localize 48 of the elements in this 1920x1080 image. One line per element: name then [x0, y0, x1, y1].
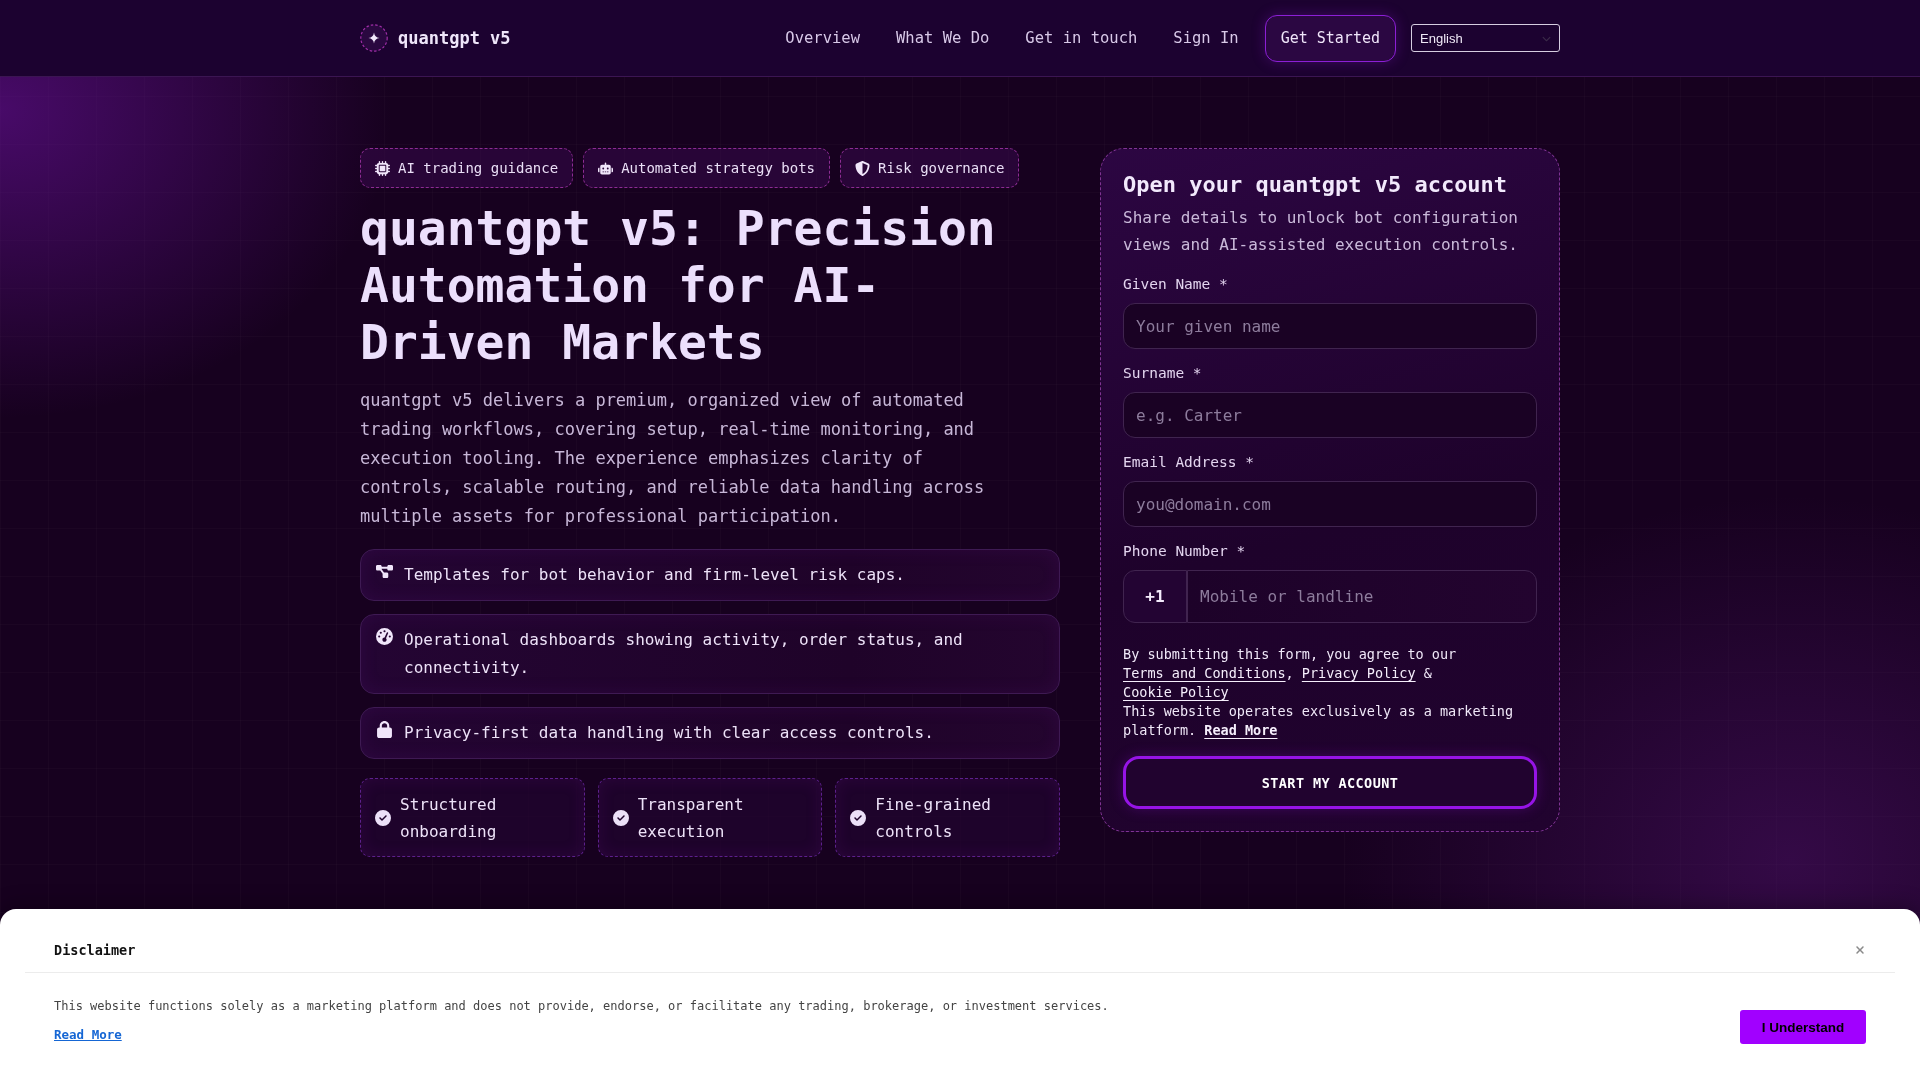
- start-account-button[interactable]: START MY ACCOUNT: [1123, 756, 1537, 809]
- read-more-link[interactable]: Read More: [54, 1026, 122, 1044]
- highlight-text: Fine-grained controls: [875, 793, 992, 843]
- nav-link[interactable]: Overview: [767, 26, 878, 50]
- text-input[interactable]: Your given name: [1123, 303, 1537, 349]
- highlight-text: Structured onboarding: [400, 793, 498, 843]
- hero-description: quantgpt v5 delivers a premium, organized view of automated trading workflows, covering setup, real-time monitoring, and execution tooling. The experience emphasizes clarity of controls, scalable routing, and reliable data handling across multiple assets for professional participation.: [360, 389, 986, 528]
- feature-text: Templates for bot behavior and firm-level risk caps.: [404, 564, 905, 586]
- nav-link[interactable]: What We Do: [878, 26, 1008, 50]
- form-subtitle: Share details to unlock bot configuration views and AI-assisted execution controls.: [1123, 207, 1519, 256]
- hero-title: quantgpt v5: Precision Automation for AI-Driven Markets: [360, 200, 997, 371]
- policy-link[interactable]: Cookie Policy: [1123, 684, 1229, 700]
- get-started-button[interactable]: Get Started: [1264, 14, 1396, 62]
- shield-icon: [855, 160, 871, 176]
- tag-label: Automated strategy bots: [621, 160, 816, 176]
- phone-input[interactable]: Mobile or landline: [1187, 570, 1537, 623]
- diagram-icon: [376, 563, 393, 580]
- text-input[interactable]: you@domain.com: [1123, 481, 1537, 527]
- text-input[interactable]: e.g. Carter: [1123, 392, 1537, 438]
- highlight-text: Transparent execution: [637, 793, 745, 843]
- marketing-notice: This website operates exclusively as a marketing platform. Read More: [1123, 702, 1515, 740]
- lock-icon: [376, 721, 393, 738]
- form-title: Open your quantgpt v5 account: [1123, 171, 1509, 199]
- disclaimer-title: Disclaimer: [54, 941, 136, 959]
- gauge-icon: [376, 628, 393, 645]
- field-label: Phone Number *: [1123, 542, 1247, 560]
- read-more-link[interactable]: Read More: [1204, 722, 1278, 738]
- brand-link[interactable]: quantgpt v5: [360, 24, 511, 52]
- consent-text: By submitting this form, you agree to our Terms and Conditions, Privacy Policy & Cookie Policy: [1123, 645, 1458, 702]
- close-icon[interactable]: [1854, 944, 1866, 956]
- policy-link[interactable]: Terms and Conditions: [1123, 665, 1286, 681]
- understand-button[interactable]: I Understand: [1740, 1010, 1866, 1044]
- feature-text: Privacy-first data handling with clear access controls.: [404, 722, 934, 744]
- robot-icon: [598, 160, 614, 176]
- language-select[interactable]: English: [1411, 24, 1560, 52]
- sparkle-logo-icon: [360, 24, 388, 52]
- country-code[interactable]: +1: [1123, 570, 1187, 623]
- tag-label: Risk governance: [878, 160, 1005, 176]
- field-label: Given Name *: [1123, 275, 1229, 293]
- feature-text: Operational dashboards showing activity, order status, and connectivity.: [404, 629, 964, 679]
- policy-link[interactable]: Privacy Policy: [1301, 665, 1416, 681]
- field-label: Surname *: [1123, 364, 1203, 382]
- field-label: Email Address *: [1123, 453, 1255, 471]
- nav-link[interactable]: Sign In: [1155, 26, 1257, 50]
- tag-label: AI trading guidance: [398, 160, 559, 176]
- disclaimer-text: This website functions solely as a marketing platform and does not provide, endorse, or facilitate any trading, brokerage, or investment services.: [54, 998, 1109, 1015]
- chip-icon: [375, 160, 390, 176]
- nav-link[interactable]: Get in touch: [1007, 26, 1156, 50]
